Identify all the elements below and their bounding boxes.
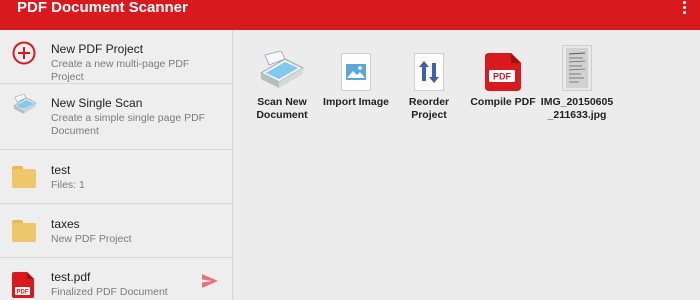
tile-label: IMG_20150605_211633.jpg <box>540 96 614 121</box>
image-icon <box>341 53 371 91</box>
project-actions: Scan New Document Import Image Reorder P… <box>234 30 700 300</box>
new-single-scan-item[interactable]: New Single Scan Create a simple single p… <box>0 84 233 150</box>
folder-item-taxes[interactable]: taxes New PDF Project <box>0 204 233 258</box>
document-thumbnail-icon <box>562 45 592 91</box>
image-file-tile[interactable]: IMG_20150605_211633.jpg <box>539 30 615 121</box>
scanner-icon <box>259 51 305 88</box>
new-pdf-project-item[interactable]: New PDF Project Create a new multi-page … <box>0 30 233 84</box>
scanner-icon <box>13 94 37 114</box>
sidebar: New PDF Project Create a new multi-page … <box>0 30 233 300</box>
item-title: test.pdf <box>51 270 91 284</box>
folder-icon <box>12 220 36 242</box>
svg-text:PDF: PDF <box>17 290 29 296</box>
item-subtitle: Create a simple single page PDF Document <box>51 112 206 137</box>
item-subtitle: Create a new multi-page PDF Project <box>51 58 190 83</box>
scan-new-document-tile[interactable]: Scan New Document <box>244 30 320 121</box>
svg-text:PDF: PDF <box>493 72 512 82</box>
item-subtitle: New PDF Project <box>51 233 132 245</box>
import-image-tile[interactable]: Import Image <box>318 30 394 109</box>
send-icon[interactable] <box>202 274 218 288</box>
pdf-item-test[interactable]: PDF test.pdf Finalized PDF Document <box>0 258 233 300</box>
tile-label: Scan New Document <box>256 96 308 121</box>
tile-label: Import Image <box>323 96 389 108</box>
item-subtitle: Files: 1 <box>51 179 85 191</box>
folder-icon <box>12 166 36 188</box>
tile-label: Reorder Project <box>408 96 450 121</box>
reorder-project-tile[interactable]: Reorder Project <box>391 30 467 121</box>
pdf-file-icon: PDF <box>12 272 34 298</box>
item-title: test <box>51 163 71 177</box>
tile-label: Compile PDF <box>470 96 536 108</box>
compile-pdf-tile[interactable]: PDF Compile PDF <box>465 30 541 109</box>
folder-item-test[interactable]: test Files: 1 <box>0 150 233 204</box>
app-title: PDF Document Scanner <box>17 0 188 16</box>
pdf-icon: PDF <box>485 53 521 91</box>
reorder-arrows-icon <box>414 53 444 91</box>
item-title: taxes <box>51 217 80 231</box>
item-title: New PDF Project <box>51 42 144 56</box>
item-title: New Single Scan <box>51 96 143 110</box>
more-vert-icon[interactable] <box>680 0 688 16</box>
item-subtitle: Finalized PDF Document <box>51 286 168 298</box>
app-bar: PDF Document Scanner <box>0 0 700 30</box>
add-circle-icon <box>12 41 36 65</box>
